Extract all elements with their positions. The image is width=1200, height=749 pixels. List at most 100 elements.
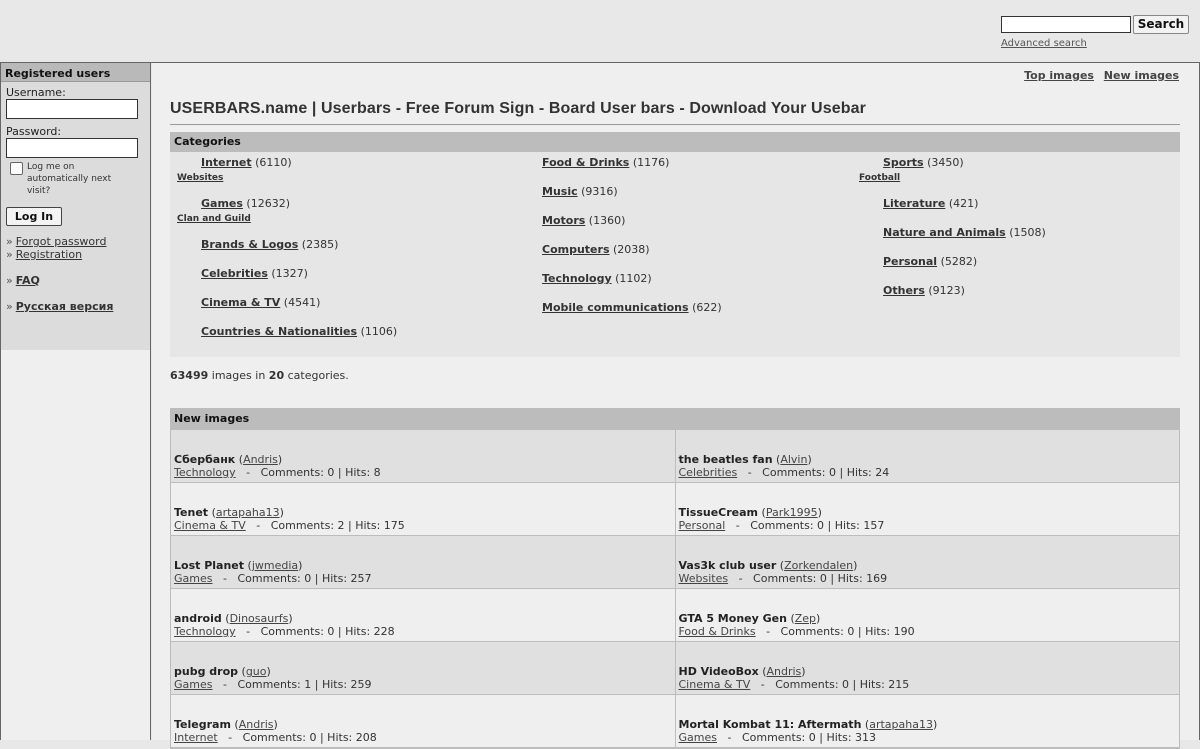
top-images-link[interactable]: Top images xyxy=(1024,69,1094,82)
image-title: android xyxy=(174,612,222,625)
category-count: (12632) xyxy=(246,197,290,210)
image-category-link[interactable]: Games xyxy=(679,731,717,744)
category-link[interactable]: Sports xyxy=(883,156,924,169)
category-link[interactable]: Computers xyxy=(542,243,610,256)
category-link[interactable]: Celebrities xyxy=(201,267,268,280)
image-category-link[interactable]: Celebrities xyxy=(679,466,738,479)
registration-link[interactable]: Registration xyxy=(16,248,82,261)
author-link[interactable]: Andris xyxy=(243,453,278,466)
forgot-password-link[interactable]: Forgot password xyxy=(16,235,107,248)
username-label: Username: xyxy=(6,86,66,99)
new-images-link[interactable]: New images xyxy=(1104,69,1179,82)
category-link[interactable]: Brands & Logos xyxy=(201,238,298,251)
image-category-link[interactable]: Cinema & TV xyxy=(679,678,751,691)
comments-count: Comments: 0 xyxy=(775,678,850,691)
comments-count: Comments: 2 xyxy=(270,519,345,532)
category-link[interactable]: Others xyxy=(883,284,925,297)
hits-count: Hits: 257 xyxy=(321,572,372,585)
search-button[interactable]: Search xyxy=(1133,15,1189,34)
category-link[interactable]: Cinema & TV xyxy=(201,296,280,309)
category-item: Internet (6110) Websites xyxy=(177,156,397,197)
category-link[interactable]: Mobile communications xyxy=(542,301,689,314)
author-link[interactable]: Dinosaurfs xyxy=(230,612,289,625)
author-link[interactable]: artapaha13 xyxy=(869,718,933,731)
image-category-link[interactable]: Technology xyxy=(174,466,236,479)
category-link[interactable]: Nature and Animals xyxy=(883,226,1006,239)
image-category-link[interactable]: Internet xyxy=(174,731,218,744)
category-link[interactable]: Literature xyxy=(883,197,945,210)
hits-count: Hits: 169 xyxy=(837,572,888,585)
faq-link[interactable]: FAQ xyxy=(16,274,40,287)
top-links: Top images New images xyxy=(1018,69,1179,82)
categories-panel: Categories Internet (6110) Websites Games … xyxy=(170,132,1180,357)
hits-count: Hits: 228 xyxy=(345,625,395,638)
author-link[interactable]: jwmedia xyxy=(252,559,298,572)
category-link[interactable]: Music xyxy=(542,185,578,198)
hits-count: Hits: 215 xyxy=(859,678,910,691)
author-link[interactable]: Andris xyxy=(766,665,801,678)
category-count: (3450) xyxy=(927,156,964,169)
author-link[interactable]: Park1995 xyxy=(766,506,818,519)
author-link[interactable]: artapaha13 xyxy=(216,506,280,519)
username-field[interactable] xyxy=(6,99,138,119)
image-category-link[interactable]: Games xyxy=(174,572,212,585)
categories-column-1: Internet (6110) Websites Games (12632) Clan… xyxy=(177,156,397,354)
bullet-icon: » xyxy=(6,274,13,287)
image-row: pubg drop (guo) Games - Comments: 1 | Hit… xyxy=(171,642,1179,695)
main-content: Top images New images USERBARS.name | Us… xyxy=(152,63,1200,749)
image-category-link[interactable]: Personal xyxy=(679,519,726,532)
category-count: 20 xyxy=(268,369,285,382)
image-category-link[interactable]: Games xyxy=(174,678,212,691)
sidebar-title: Registered users xyxy=(1,63,150,82)
image-entry: Tenet (artapaha13) Cinema & TV - Comments… xyxy=(171,483,675,536)
category-item: Music (9316) xyxy=(542,185,722,214)
category-link[interactable]: Games xyxy=(201,197,243,210)
category-link[interactable]: Food & Drinks xyxy=(542,156,629,169)
author-link[interactable]: guo xyxy=(246,665,267,678)
login-panel: Registered users Username: Password: Log… xyxy=(1,63,150,350)
advanced-search-link[interactable]: Advanced search xyxy=(1001,38,1087,49)
category-count: (5282) xyxy=(940,255,978,268)
category-link[interactable]: Internet xyxy=(201,156,252,169)
category-item: Computers (2038) xyxy=(542,243,722,272)
image-entry: Lost Planet (jwmedia) Games - Comments: 0… xyxy=(171,536,675,589)
password-field[interactable] xyxy=(6,138,138,158)
category-link[interactable]: Personal xyxy=(883,255,937,268)
hits-count: Hits: 175 xyxy=(355,519,405,532)
image-category-link[interactable]: Cinema & TV xyxy=(174,519,246,532)
category-link[interactable]: Motors xyxy=(542,214,585,227)
image-title: the beatles fan xyxy=(678,453,773,466)
category-item: Literature (421) xyxy=(883,197,1046,226)
category-item: Personal (5282) xyxy=(883,255,1046,284)
remember-checkbox[interactable] xyxy=(10,162,23,175)
search-input[interactable] xyxy=(1001,16,1131,33)
hits-count: Hits: 24 xyxy=(846,466,890,479)
category-link[interactable]: Technology xyxy=(542,272,612,285)
author-link[interactable]: Zorkendalen xyxy=(784,559,853,572)
subcategory-link[interactable]: Websites xyxy=(177,173,223,183)
subcategory-item: Websites xyxy=(177,173,223,183)
image-category-link[interactable]: Technology xyxy=(174,625,236,638)
category-link[interactable]: Countries & Nationalities xyxy=(201,325,357,338)
image-title: Сбербанк xyxy=(174,453,236,466)
category-count: (622) xyxy=(692,301,722,314)
subcategory-link[interactable]: Football xyxy=(859,173,900,183)
image-count: 63499 xyxy=(170,369,209,382)
russian-version-link[interactable]: Русская версия xyxy=(16,300,114,313)
category-item: Mobile communications (622) xyxy=(542,301,722,330)
image-title: HD VideoBox xyxy=(678,665,759,678)
bullet-icon: » xyxy=(6,235,13,248)
stats-line: 63499 images in 20 categories. xyxy=(170,369,349,382)
subcategory-link[interactable]: Clan and Guild xyxy=(177,214,251,224)
image-title: GTA 5 Money Gen xyxy=(678,612,787,625)
author-link[interactable]: Andris xyxy=(239,718,274,731)
image-category-link[interactable]: Websites xyxy=(679,572,729,585)
category-count: (421) xyxy=(948,197,979,210)
category-count: (6110) xyxy=(255,156,292,169)
image-category-link[interactable]: Food & Drinks xyxy=(679,625,756,638)
login-button[interactable]: Log In xyxy=(6,207,62,226)
author-link[interactable]: Zep xyxy=(795,612,816,625)
category-item: Cinema & TV (4541) xyxy=(201,296,397,325)
image-entry: HD VideoBox (Andris) Cinema & TV - Commen… xyxy=(674,642,1179,695)
author-link[interactable]: Alvin xyxy=(780,453,807,466)
